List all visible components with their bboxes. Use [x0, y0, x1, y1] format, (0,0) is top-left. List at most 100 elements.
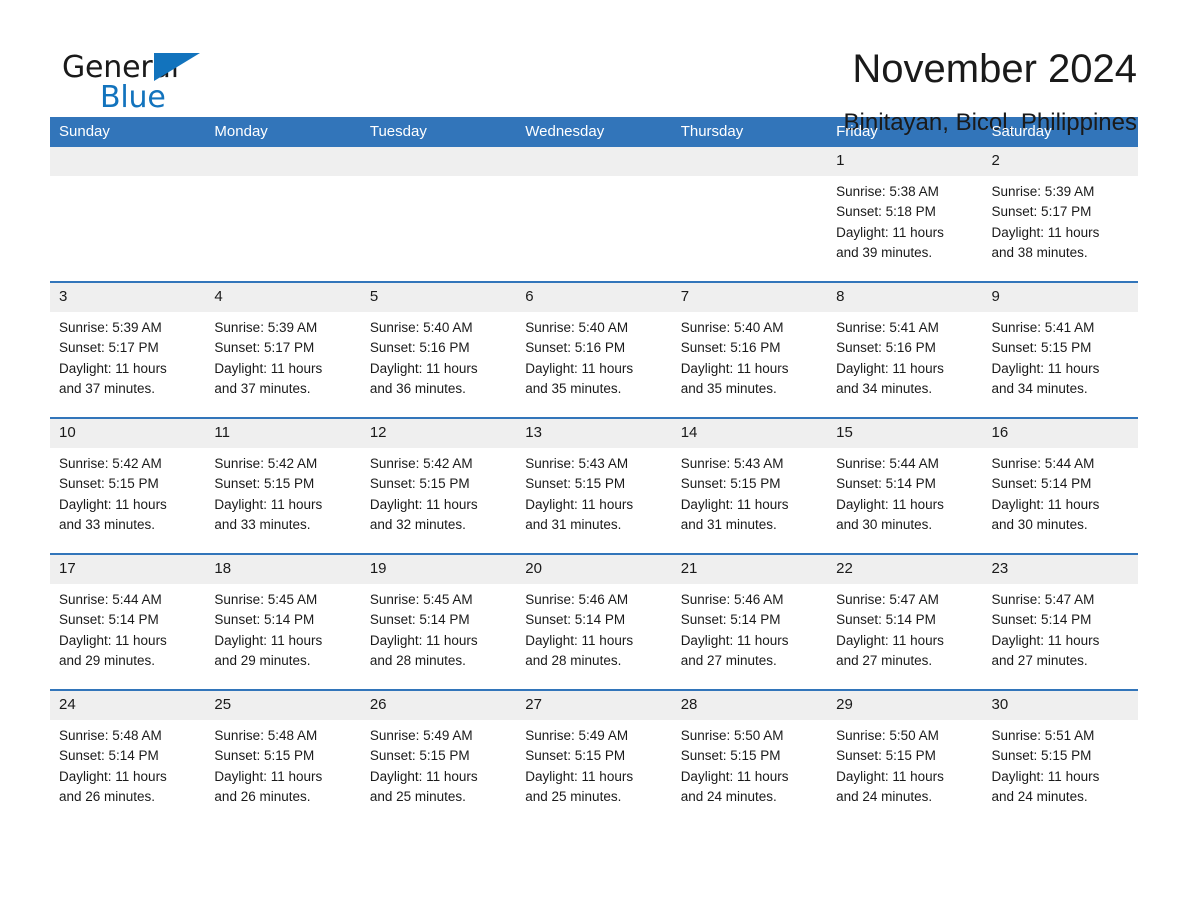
calendar-day-cell[interactable]: 11 Sunrise: 5:42 AM Sunset: 5:15 PM Dayligh… — [205, 417, 361, 554]
day-number: 16 — [982, 419, 1138, 448]
calendar-day-cell[interactable]: 7 Sunrise: 5:40 AM Sunset: 5:16 PM Daylight… — [671, 281, 828, 418]
sunset-time: Sunset: 5:14 PM — [836, 476, 936, 492]
sunset-time: Sunset: 5:15 PM — [369, 476, 470, 492]
day-number: 17 — [50, 555, 206, 584]
sunset-time: Sunset: 5:16 PM — [836, 340, 936, 356]
sunset-time: Sunset: 5:15 PM — [836, 748, 936, 764]
daylight-duration-line1: Daylight: 11 hours — [59, 496, 167, 512]
day-number: 22 — [827, 555, 983, 584]
daylight-duration-line1: Daylight: 11 hours — [991, 496, 1100, 512]
sunrise-sunset-calendar: Sunday Monday Tuesday Wednesday Thursday… — [50, 117, 1138, 825]
calendar-day-cell[interactable]: 1 Sunrise: 5:38 AM Sunset: 5:18 PM Daylight… — [827, 147, 983, 282]
day-info: Sunrise: 5:44 AM Sunset: 5:14 PM Daylight:… — [983, 448, 1138, 535]
sunrise-time: Sunrise: 5:38 AM — [836, 184, 939, 199]
calendar-day-cell[interactable]: 4 Sunrise: 5:39 AM Sunset: 5:17 PM Daylight… — [205, 281, 361, 418]
sunset-time: Sunset: 5:15 PM — [525, 476, 626, 492]
day-info: Sunrise: 5:38 AM Sunset: 5:18 PM Daylight:… — [827, 176, 982, 263]
calendar-day-cell[interactable]: 9 Sunrise: 5:41 AM Sunset: 5:15 PM Daylight… — [982, 281, 1138, 418]
day-number: 8 — [827, 283, 983, 312]
calendar-page: General Blue November 2024 Binitayan, Bi… — [0, 0, 1188, 918]
daylight-duration-line2: and 35 minutes. — [525, 380, 622, 396]
day-number: 1 — [827, 147, 983, 176]
calendar-day-cell[interactable]: 23 Sunrise: 5:47 AM Sunset: 5:14 PM Dayligh… — [982, 553, 1138, 690]
calendar-day-cell[interactable]: 20 Sunrise: 5:46 AM Sunset: 5:14 PM Dayligh… — [516, 553, 672, 690]
day-number: 21 — [671, 555, 828, 584]
daylight-duration-line2: and 26 minutes. — [214, 788, 311, 804]
calendar-day-cell[interactable]: 25 Sunrise: 5:48 AM Sunset: 5:15 PM Dayligh… — [205, 689, 361, 825]
daylight-duration-line1: Daylight: 11 hours — [991, 224, 1100, 240]
day-info: Sunrise: 5:45 AM Sunset: 5:14 PM Daylight:… — [205, 584, 360, 671]
calendar-day-cell[interactable]: 26 Sunrise: 5:49 AM Sunset: 5:15 PM Dayligh… — [360, 689, 517, 825]
calendar-day-cell[interactable]: 22 Sunrise: 5:47 AM Sunset: 5:14 PM Dayligh… — [827, 553, 983, 690]
daylight-duration-line2: and 27 minutes. — [680, 652, 777, 668]
day-number: 3 — [50, 283, 206, 312]
sunset-time: Sunset: 5:16 PM — [680, 340, 781, 356]
sunrise-time: Sunrise: 5:42 AM — [59, 456, 162, 471]
day-number: 23 — [982, 555, 1138, 584]
daylight-duration-line2: and 28 minutes. — [369, 652, 466, 668]
calendar-day-cell[interactable]: 3 Sunrise: 5:39 AM Sunset: 5:17 PM Daylight… — [50, 281, 206, 418]
daylight-duration-line1: Daylight: 11 hours — [369, 496, 478, 512]
day-info: Sunrise: 5:46 AM Sunset: 5:14 PM Daylight:… — [516, 584, 671, 671]
weekday-header-thursday: Thursday — [671, 117, 828, 147]
calendar-day-cell[interactable]: 10 Sunrise: 5:42 AM Sunset: 5:15 PM Dayligh… — [50, 417, 206, 554]
daylight-duration-line2: and 24 minutes. — [680, 788, 777, 804]
day-info: Sunrise: 5:44 AM Sunset: 5:14 PM Daylight:… — [50, 584, 205, 671]
calendar-day-cell[interactable]: 24 Sunrise: 5:48 AM Sunset: 5:14 PM Dayligh… — [50, 689, 206, 825]
daylight-duration-line1: Daylight: 11 hours — [836, 496, 944, 512]
day-number — [671, 147, 828, 176]
calendar-day-cell-empty — [50, 147, 206, 282]
weekday-header-monday: Monday — [205, 117, 361, 147]
calendar-day-cell[interactable]: 12 Sunrise: 5:42 AM Sunset: 5:15 PM Dayligh… — [360, 417, 517, 554]
calendar-week-row: 17 Sunrise: 5:44 AM Sunset: 5:14 PM Dayligh… — [50, 553, 1138, 690]
sunset-time: Sunset: 5:14 PM — [59, 748, 159, 764]
day-number: 12 — [360, 419, 517, 448]
sunrise-time: Sunrise: 5:48 AM — [59, 728, 162, 743]
sunset-time: Sunset: 5:15 PM — [214, 748, 315, 764]
calendar-day-cell[interactable]: 8 Sunrise: 5:41 AM Sunset: 5:16 PM Daylight… — [827, 281, 983, 418]
weekday-header-sunday: Sunday — [50, 117, 206, 147]
calendar-day-cell[interactable]: 5 Sunrise: 5:40 AM Sunset: 5:16 PM Daylight… — [360, 281, 517, 418]
day-number: 25 — [205, 691, 361, 720]
calendar-day-cell[interactable]: 2 Sunrise: 5:39 AM Sunset: 5:17 PM Daylight… — [982, 147, 1138, 282]
sunset-time: Sunset: 5:17 PM — [214, 340, 315, 356]
day-info: Sunrise: 5:48 AM Sunset: 5:15 PM Daylight:… — [205, 720, 360, 807]
calendar-day-cell[interactable]: 17 Sunrise: 5:44 AM Sunset: 5:14 PM Dayligh… — [50, 553, 206, 690]
day-info: Sunrise: 5:41 AM Sunset: 5:16 PM Daylight:… — [827, 312, 982, 399]
calendar-day-cell[interactable]: 21 Sunrise: 5:46 AM Sunset: 5:14 PM Dayligh… — [671, 553, 828, 690]
daylight-duration-line1: Daylight: 11 hours — [680, 632, 789, 648]
sunset-time: Sunset: 5:15 PM — [680, 748, 781, 764]
daylight-duration-line1: Daylight: 11 hours — [836, 632, 944, 648]
calendar-day-cell[interactable]: 28 Sunrise: 5:50 AM Sunset: 5:15 PM Dayligh… — [671, 689, 828, 825]
day-number: 5 — [360, 283, 517, 312]
calendar-day-cell[interactable]: 30 Sunrise: 5:51 AM Sunset: 5:15 PM Dayligh… — [982, 689, 1138, 825]
sunrise-time: Sunrise: 5:46 AM — [525, 592, 629, 607]
calendar-week-row: 3 Sunrise: 5:39 AM Sunset: 5:17 PM Daylight… — [50, 281, 1138, 418]
day-info: Sunrise: 5:47 AM Sunset: 5:14 PM Daylight:… — [983, 584, 1138, 671]
sunrise-time: Sunrise: 5:41 AM — [991, 320, 1095, 335]
calendar-day-cell[interactable]: 16 Sunrise: 5:44 AM Sunset: 5:14 PM Dayligh… — [982, 417, 1138, 554]
day-info: Sunrise: 5:41 AM Sunset: 5:15 PM Daylight:… — [983, 312, 1138, 399]
calendar-day-cell[interactable]: 18 Sunrise: 5:45 AM Sunset: 5:14 PM Dayligh… — [205, 553, 361, 690]
sunset-time: Sunset: 5:14 PM — [680, 612, 781, 628]
calendar-day-cell[interactable]: 15 Sunrise: 5:44 AM Sunset: 5:14 PM Dayligh… — [827, 417, 983, 554]
sunrise-time: Sunrise: 5:48 AM — [214, 728, 318, 743]
sunrise-time: Sunrise: 5:39 AM — [991, 184, 1095, 199]
sunset-time: Sunset: 5:15 PM — [991, 340, 1092, 356]
location-subtitle: Binitayan, Bicol, Philippines — [843, 109, 1138, 136]
daylight-duration-line2: and 31 minutes. — [680, 516, 777, 532]
day-info: Sunrise: 5:50 AM Sunset: 5:15 PM Daylight:… — [827, 720, 982, 807]
calendar-week-row: 24 Sunrise: 5:48 AM Sunset: 5:14 PM Dayligh… — [50, 689, 1138, 825]
general-blue-logo[interactable]: General Blue — [62, 46, 204, 120]
daylight-duration-line1: Daylight: 11 hours — [525, 360, 634, 376]
day-number: 24 — [50, 691, 206, 720]
calendar-day-cell[interactable]: 14 Sunrise: 5:43 AM Sunset: 5:15 PM Dayligh… — [671, 417, 828, 554]
calendar-day-cell[interactable]: 19 Sunrise: 5:45 AM Sunset: 5:14 PM Dayligh… — [360, 553, 517, 690]
calendar-day-cell[interactable]: 27 Sunrise: 5:49 AM Sunset: 5:15 PM Dayligh… — [516, 689, 672, 825]
calendar-day-cell[interactable]: 29 Sunrise: 5:50 AM Sunset: 5:15 PM Dayligh… — [827, 689, 983, 825]
calendar-day-cell[interactable]: 6 Sunrise: 5:40 AM Sunset: 5:16 PM Daylight… — [516, 281, 672, 418]
day-number: 10 — [50, 419, 206, 448]
day-info: Sunrise: 5:40 AM Sunset: 5:16 PM Daylight:… — [516, 312, 671, 399]
calendar-day-cell[interactable]: 13 Sunrise: 5:43 AM Sunset: 5:15 PM Dayligh… — [516, 417, 672, 554]
calendar-week-row: 1 Sunrise: 5:38 AM Sunset: 5:18 PM Daylight… — [50, 147, 1138, 282]
